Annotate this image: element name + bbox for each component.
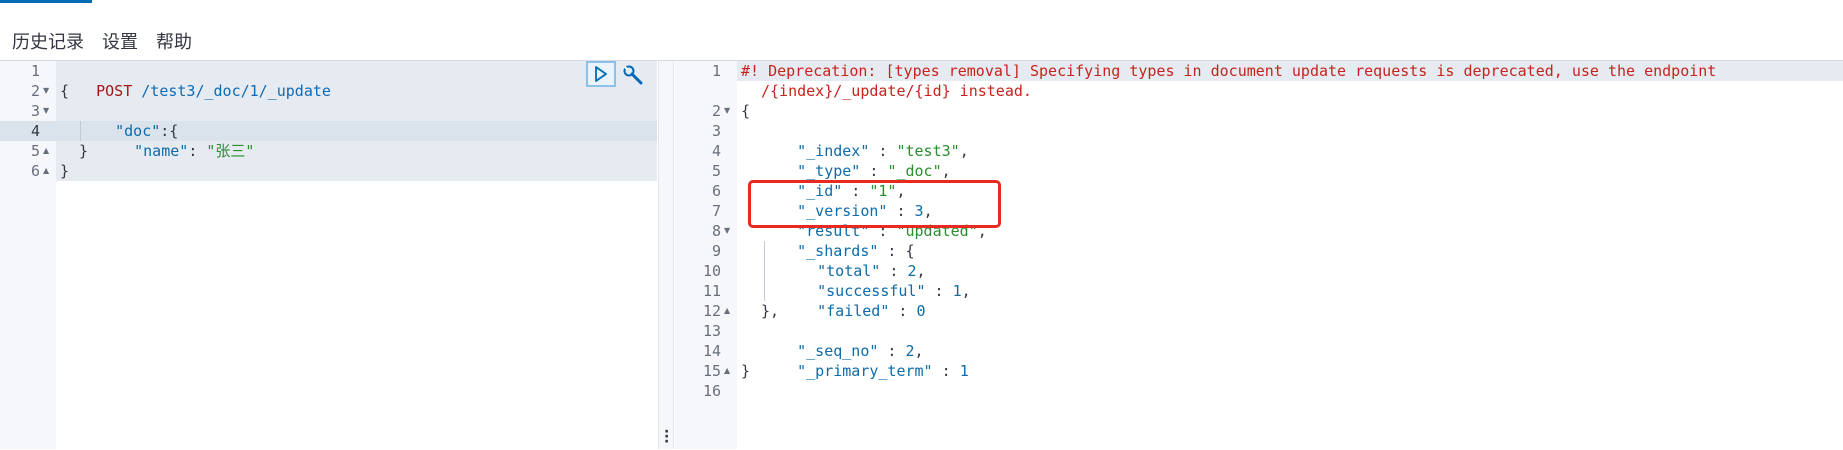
line-number: 4 [30,122,40,140]
line-number: 12 [702,302,721,320]
json-key: "_primary_term" [797,362,933,380]
line-number: 2 [711,102,721,120]
response-line: "successful" : 1, [817,282,971,300]
response-viewer[interactable]: 1 2 ▼ 3 4 5 6 7 8 ▼ 9 10 11 12 ▲ 13 14 1… [675,61,1843,449]
json-punct: : [188,142,207,160]
deprecation-warning: #! Deprecation: [types removal] Specifyi… [741,62,1717,80]
history-menu-item[interactable]: 历史记录 [12,28,84,54]
line-number: 5 [30,142,40,160]
json-string: "张三" [206,142,255,160]
request-line[interactable]: POST /test3/_doc/1/_update [60,61,331,100]
line-number: 5 [711,162,721,180]
line-number: 3 [711,122,721,140]
json-key: "failed" [817,302,890,320]
active-tab-indicator [0,0,92,3]
line-number: 16 [702,382,721,400]
line-number: 14 [702,342,721,360]
play-icon [595,66,607,82]
fold-open-icon[interactable]: ▼ [43,101,49,121]
request-line[interactable]: "doc":{ [79,101,178,140]
line-number: 2 [30,82,40,100]
response-line: "total" : 2, [817,262,926,280]
response-line: "_seq_no" : 2, [797,342,924,360]
console-menu-bar: 历史记录 设置 帮助 [0,6,1843,61]
response-line: "failed" : 0 [817,302,926,320]
help-menu-item[interactable]: 帮助 [156,28,192,54]
line-number: 9 [711,242,721,260]
fold-open-icon[interactable]: ▼ [724,101,730,121]
response-line: "_index" : "test3", [797,142,969,160]
response-line: }, [761,302,780,320]
vertical-dots-icon[interactable]: · · · [664,425,669,449]
fold-close-icon[interactable]: ▲ [43,141,49,161]
request-editor[interactable]: 1 2 ▼ 3 ▼ 4 5 ▲ 6 ▲ POST /test3/_doc/1/_… [0,61,658,449]
json-number: 0 [916,302,926,320]
fold-close-icon[interactable]: ▲ [43,161,49,181]
line-number: 7 [711,202,721,220]
line-number: 3 [30,102,40,120]
response-line: "_id" : "1", [797,182,906,200]
response-line: } [741,362,751,380]
line-number: 6 [30,162,40,180]
line-number: 10 [702,262,721,280]
line-number: 11 [702,282,721,300]
fold-close-icon[interactable]: ▲ [724,301,730,321]
json-number: 1 [952,282,962,300]
response-line: { [741,102,751,120]
line-number: 4 [711,142,721,160]
request-path: /test3/_doc/1/_update [132,82,331,100]
line-number: 1 [30,62,40,80]
json-number: 1 [959,362,969,380]
request-line[interactable]: "name": "张三" [98,121,254,160]
request-line[interactable]: { [60,81,69,101]
indent-guide [764,241,765,301]
line-number: 6 [711,182,721,200]
line-number: 15 [702,362,721,380]
fold-close-icon[interactable]: ▲ [724,361,730,381]
deprecation-warning-cont: /{index}/_update/{id} instead. [761,82,1032,100]
send-request-button[interactable] [586,61,616,87]
line-number: 1 [711,62,721,80]
http-method: POST [96,82,133,100]
response-line: "_type" : "_doc", [797,162,951,180]
annotation-highlight-box [748,180,1001,228]
fold-open-icon[interactable]: ▼ [724,221,730,241]
pane-divider[interactable] [658,61,674,449]
line-number: 8 [711,222,721,240]
response-line: "_primary_term" : 1 [797,362,969,380]
indent-guide [80,121,81,141]
request-line[interactable]: } [79,141,88,161]
settings-menu-item[interactable]: 设置 [102,28,138,54]
request-line[interactable]: } [60,161,69,181]
line-number: 13 [702,322,721,340]
fold-open-icon[interactable]: ▼ [43,81,49,101]
json-key: "name" [134,142,189,160]
wrench-icon[interactable] [622,64,644,86]
